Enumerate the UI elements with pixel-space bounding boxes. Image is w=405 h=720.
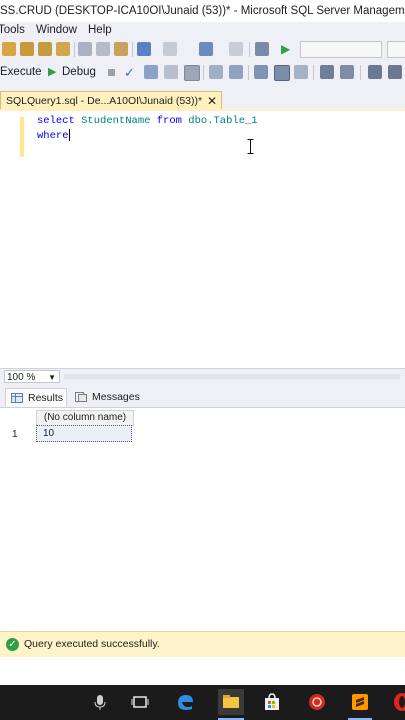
store-icon[interactable]: [262, 692, 282, 712]
toolbar-separator: [132, 42, 133, 57]
query-options-icon[interactable]: [184, 65, 200, 81]
activity-monitor-icon[interactable]: [255, 42, 269, 56]
menu-tools[interactable]: Tools: [0, 22, 25, 38]
tab-messages[interactable]: Messages: [70, 388, 140, 407]
close-icon[interactable]: ✕: [207, 92, 217, 110]
redo-icon[interactable]: [163, 42, 177, 56]
horizontal-scrollbar[interactable]: [64, 374, 400, 379]
query-status-bar: ✓ Query executed successfully.: [0, 631, 405, 658]
edge-icon[interactable]: [175, 692, 195, 712]
messages-icon: [75, 392, 87, 402]
platform-dropdown[interactable]: [387, 41, 405, 58]
copy-icon[interactable]: [96, 42, 110, 56]
database-engine-query-icon[interactable]: [20, 42, 34, 56]
window-title: SS.CRUD (DESKTOP-ICA10OI\Junaid (53))* -…: [0, 5, 405, 17]
new-query-icon[interactable]: [2, 42, 16, 56]
status-text: Query executed successfully.: [24, 638, 160, 650]
results-tab-strip: Results Messages: [0, 385, 405, 408]
file-explorer-icon[interactable]: [221, 692, 241, 712]
execute-button[interactable]: Execute: [0, 66, 42, 78]
menu-help[interactable]: Help: [88, 22, 112, 38]
solution-config-dropdown[interactable]: [300, 41, 382, 58]
increase-indent-icon[interactable]: [388, 65, 402, 79]
toolbar-separator: [313, 65, 314, 80]
opera-icon[interactable]: [392, 692, 405, 712]
paste-icon[interactable]: [114, 42, 128, 56]
zoom-dropdown[interactable]: 100 % ▼: [4, 370, 60, 383]
undo-icon[interactable]: [137, 42, 151, 56]
toolbar-separator: [248, 65, 249, 80]
cancel-query-icon[interactable]: [108, 69, 115, 76]
task-view-icon[interactable]: [130, 692, 150, 712]
zoom-value: 100 %: [7, 372, 36, 383]
start-icon[interactable]: ▶: [281, 42, 295, 56]
identifier-table: dbo.Table_1: [188, 115, 258, 127]
debug-play-icon[interactable]: ▶: [48, 65, 56, 78]
keyword-where: where: [37, 129, 69, 142]
xmla-query-icon[interactable]: [56, 42, 70, 56]
tab-sqlquery1[interactable]: SQLQuery1.sql - De...A10OI\Junaid (53))*…: [0, 91, 222, 109]
analysis-query-icon[interactable]: [38, 42, 52, 56]
toolbar-separator: [360, 65, 361, 80]
code-line-1: select StudentName from dbo.Table_1: [37, 115, 258, 127]
window-icon[interactable]: [229, 42, 243, 56]
keyword-select: select: [37, 115, 75, 127]
results-to-file-icon[interactable]: [294, 65, 308, 79]
document-tab-strip: SQLQuery1.sql - De...A10OI\Junaid (53))*…: [0, 85, 405, 109]
code-line-2: where: [37, 129, 70, 142]
change-tracking-bar: [20, 117, 24, 157]
success-check-icon: ✓: [6, 638, 19, 651]
tab-results[interactable]: Results: [5, 388, 67, 407]
change-connection-icon[interactable]: [144, 65, 158, 79]
grid-cell[interactable]: 10: [36, 425, 132, 442]
tab-messages-label: Messages: [92, 391, 140, 403]
keyword-from: from: [156, 115, 182, 127]
debug-button[interactable]: Debug: [62, 66, 96, 78]
display-plan-icon[interactable]: [164, 65, 178, 79]
navigate-icon[interactable]: [199, 42, 213, 56]
text-caret: [68, 129, 70, 141]
sublime-icon[interactable]: [350, 692, 370, 712]
ibeam-cursor-icon: [247, 139, 254, 154]
results-grid: (No column name) 1 10: [0, 408, 405, 630]
standard-toolbar: ▶: [0, 38, 405, 61]
query-editor[interactable]: select StudentName from dbo.Table_1 wher…: [0, 109, 405, 370]
menu-window[interactable]: Window: [36, 22, 77, 38]
app-red-icon[interactable]: [307, 692, 327, 712]
specify-values-icon[interactable]: [229, 65, 243, 79]
parse-checkmark-icon[interactable]: ✓: [124, 65, 135, 81]
identifier-column: StudentName: [81, 115, 151, 127]
column-header[interactable]: (No column name): [36, 410, 134, 426]
cut-icon[interactable]: [78, 42, 92, 56]
menu-bar: Tools Window Help: [0, 22, 405, 38]
toolbar-separator: [203, 65, 204, 80]
results-to-grid-icon[interactable]: [274, 65, 290, 81]
grid-icon: [11, 393, 23, 403]
toolbar-separator: [74, 42, 75, 57]
title-bar: SS.CRUD (DESKTOP-ICA10OI\Junaid (53))* -…: [0, 0, 405, 22]
tab-results-label: Results: [28, 392, 64, 404]
row-number: 1: [12, 429, 18, 440]
editor-gutter: [0, 111, 17, 370]
tab-title: SQLQuery1.sql - De...A10OI\Junaid (53))*: [6, 95, 203, 107]
blank-area: [0, 657, 405, 685]
uncomment-icon[interactable]: [340, 65, 354, 79]
intellisense-icon[interactable]: [209, 65, 223, 79]
decrease-indent-icon[interactable]: [368, 65, 382, 79]
windows-taskbar: [0, 685, 405, 720]
microphone-icon[interactable]: [90, 692, 110, 712]
include-actual-plan-icon[interactable]: [254, 65, 268, 79]
toolbar-separator: [249, 42, 250, 57]
chevron-down-icon: ▼: [48, 373, 56, 382]
comment-icon[interactable]: [320, 65, 334, 79]
zoom-bar: 100 % ▼: [0, 368, 405, 385]
sql-editor-toolbar: Execute ▶ Debug ✓: [0, 61, 405, 86]
